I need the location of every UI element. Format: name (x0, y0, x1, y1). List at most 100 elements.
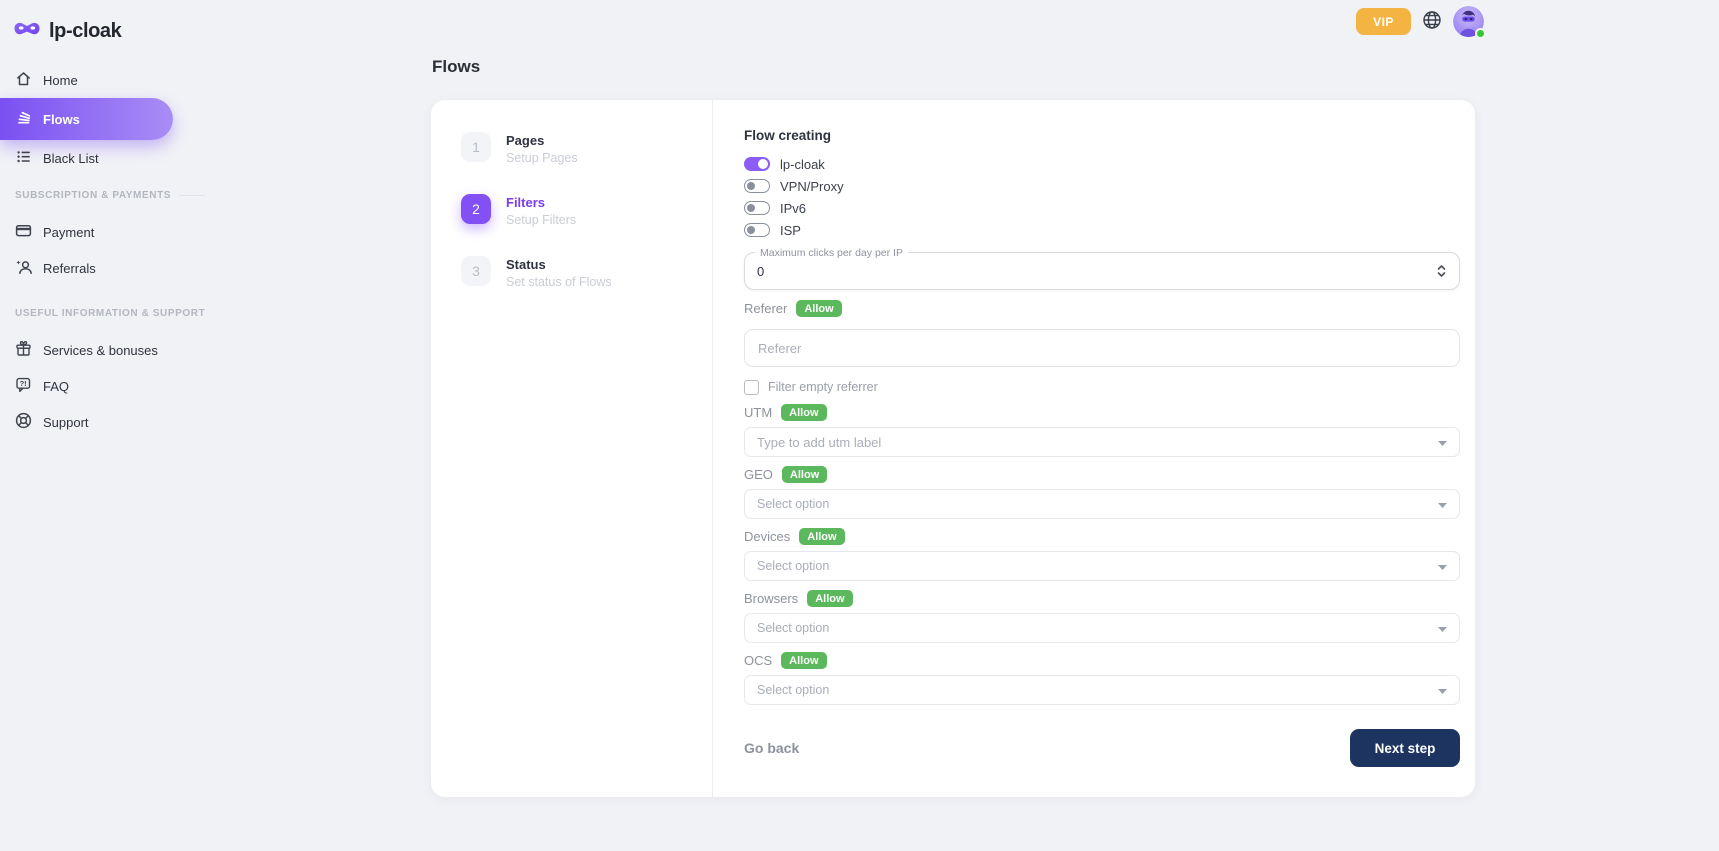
geo-label-row: GEO Allow (744, 466, 1460, 483)
filter-empty-referrer-row: Filter empty referrer (744, 379, 1460, 395)
chevron-down-icon (1438, 497, 1447, 511)
sidebar-item-label: Services & bonuses (43, 343, 158, 358)
step-subtitle: Set status of Flows (506, 275, 612, 289)
chevron-down-icon (1438, 683, 1447, 697)
language-globe-button[interactable] (1422, 10, 1442, 33)
sidebar-item-services-bonuses[interactable]: Services & bonuses (0, 332, 180, 368)
browsers-label: Browsers (744, 591, 798, 606)
sidebar-nav: Home Flows Black List (0, 62, 180, 440)
browsers-allow-badge[interactable]: Allow (807, 590, 852, 607)
vpn-proxy-toggle[interactable] (744, 179, 770, 193)
select-placeholder: Select option (757, 683, 829, 697)
referer-input[interactable] (758, 341, 1446, 356)
lifebuoy-icon (15, 412, 32, 432)
sidebar-section-subscription: SUBSCRIPTION & PAYMENTS (15, 190, 180, 201)
browsers-label-row: Browsers Allow (744, 590, 1460, 607)
section-divider-line (179, 195, 205, 196)
sidebar-section-support: USEFUL INFORMATION & SUPPORT (15, 308, 180, 319)
referer-label: Referer (744, 301, 787, 316)
black-list-icon (15, 148, 32, 168)
sidebar: lp-cloak Home Flows (0, 0, 180, 851)
sidebar-item-home[interactable]: Home (0, 62, 180, 98)
step-title: Filters (506, 194, 576, 210)
sidebar-item-label: Support (43, 415, 89, 430)
toggle-row-vpn-proxy: VPN/Proxy (744, 175, 1460, 197)
utm-input[interactable] (757, 435, 1430, 450)
user-avatar[interactable] (1453, 6, 1484, 37)
sidebar-item-referrals[interactable]: Referrals (0, 250, 180, 286)
gift-icon (15, 340, 32, 360)
referrals-icon (15, 258, 32, 278)
geo-select[interactable]: Select option (744, 489, 1460, 519)
form-footer: Go back Next step (744, 729, 1460, 767)
utm-allow-badge[interactable]: Allow (781, 404, 826, 421)
page-title: Flows (432, 57, 480, 77)
chevron-down-icon (1438, 621, 1447, 635)
toggle-label: IPv6 (780, 201, 806, 216)
sidebar-item-label: Flows (43, 112, 80, 127)
next-step-button[interactable]: Next step (1350, 729, 1460, 767)
go-back-button[interactable]: Go back (744, 740, 799, 756)
lp-cloak-toggle[interactable] (744, 157, 770, 171)
payment-icon (15, 222, 32, 242)
sidebar-item-label: Referrals (43, 261, 96, 276)
app-root: lp-cloak Home Flows (0, 0, 1719, 851)
ipv6-toggle[interactable] (744, 201, 770, 215)
sidebar-item-black-list[interactable]: Black List (0, 140, 180, 176)
step-number: 2 (461, 194, 491, 224)
select-placeholder: Select option (757, 497, 829, 511)
flows-icon (15, 109, 32, 129)
step-filters[interactable]: 2 Filters Setup Filters (461, 194, 712, 228)
svg-text:?!: ?! (20, 379, 27, 388)
devices-select[interactable]: Select option (744, 551, 1460, 581)
wizard-steps: 1 Pages Setup Pages 2 Filters Setup Filt… (431, 100, 713, 797)
sidebar-item-payment[interactable]: Payment (0, 214, 180, 250)
sidebar-item-flows[interactable]: Flows (0, 98, 173, 140)
browsers-select[interactable]: Select option (744, 613, 1460, 643)
checkbox-label: Filter empty referrer (768, 380, 878, 394)
utm-label: UTM (744, 405, 772, 420)
step-number: 1 (461, 132, 491, 162)
brand-logo[interactable]: lp-cloak (0, 0, 180, 49)
step-pages[interactable]: 1 Pages Setup Pages (461, 132, 712, 166)
ocs-allow-badge[interactable]: Allow (781, 652, 826, 669)
max-clicks-input[interactable] (757, 264, 1436, 279)
toggle-label: VPN/Proxy (780, 179, 844, 194)
isp-toggle[interactable] (744, 223, 770, 237)
step-number: 3 (461, 256, 491, 286)
faq-icon: ?! (15, 376, 32, 396)
mask-logo-icon (13, 20, 41, 43)
devices-label: Devices (744, 529, 790, 544)
toggle-row-ipv6: IPv6 (744, 197, 1460, 219)
ocs-select[interactable]: Select option (744, 675, 1460, 705)
topbar-actions: VIP (1356, 6, 1484, 37)
online-status-dot (1475, 28, 1486, 39)
select-placeholder: Select option (757, 559, 829, 573)
sidebar-item-label: FAQ (43, 379, 69, 394)
step-status[interactable]: 3 Status Set status of Flows (461, 256, 712, 290)
referer-label-row: Referer Allow (744, 300, 1460, 317)
utm-label-row: UTM Allow (744, 404, 1460, 421)
max-clicks-field: Maximum clicks per day per IP (744, 252, 1460, 290)
flow-wizard-card: 1 Pages Setup Pages 2 Filters Setup Filt… (431, 100, 1475, 797)
flow-creating-form: Flow creating lp-cloak VPN/Proxy IPv6 IS… (713, 100, 1475, 797)
devices-label-row: Devices Allow (744, 528, 1460, 545)
toggle-label: ISP (780, 223, 801, 238)
toggle-row-lp-cloak: lp-cloak (744, 153, 1460, 175)
globe-icon (1422, 10, 1442, 33)
referer-allow-badge[interactable]: Allow (796, 300, 841, 317)
step-title: Pages (506, 132, 578, 148)
step-title: Status (506, 256, 612, 272)
chevron-down-icon (1438, 559, 1447, 573)
geo-allow-badge[interactable]: Allow (782, 466, 827, 483)
sidebar-item-label: Black List (43, 151, 99, 166)
utm-combo-field[interactable] (744, 427, 1460, 457)
vip-button[interactable]: VIP (1356, 8, 1411, 35)
sidebar-item-faq[interactable]: ?! FAQ (0, 368, 180, 404)
step-subtitle: Setup Pages (506, 151, 578, 165)
devices-allow-badge[interactable]: Allow (799, 528, 844, 545)
home-icon (15, 70, 32, 90)
sidebar-item-support[interactable]: Support (0, 404, 180, 440)
number-stepper-icon[interactable] (1436, 263, 1447, 279)
filter-empty-referrer-checkbox[interactable] (744, 380, 759, 395)
